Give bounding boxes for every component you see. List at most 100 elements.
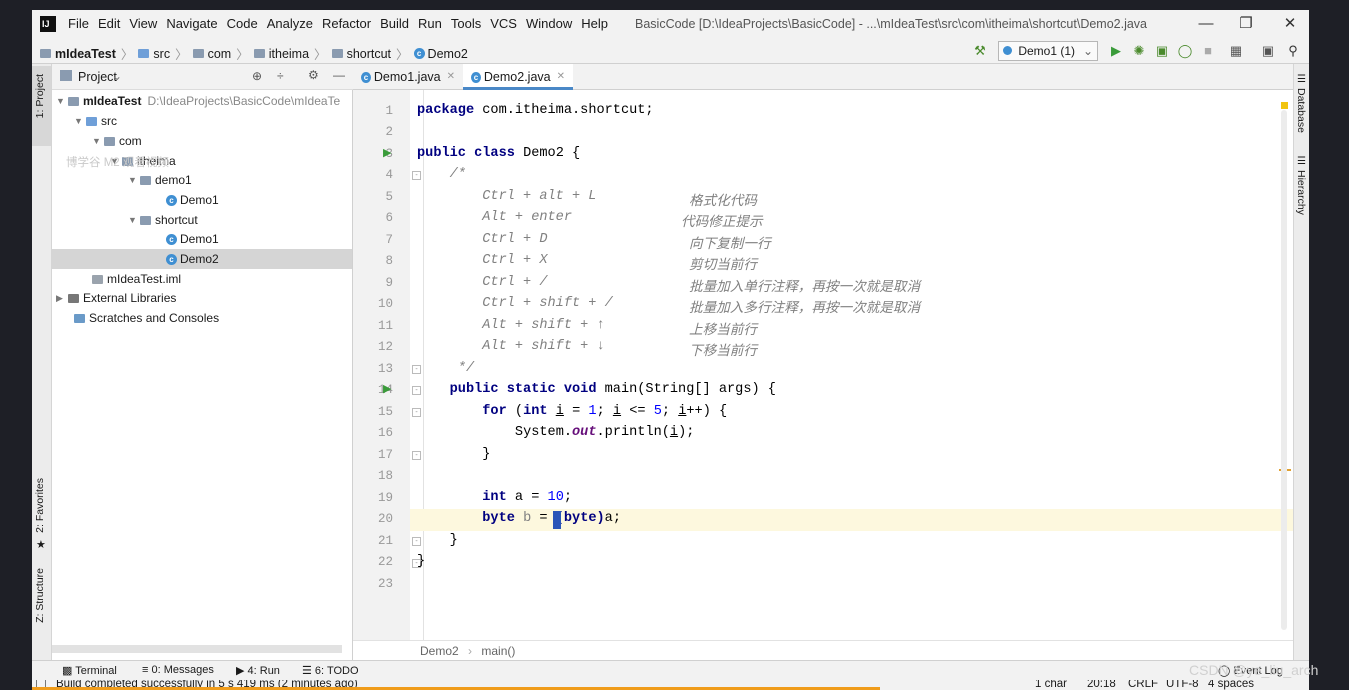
code-token: a = (506, 490, 548, 505)
code-token: 代码修正提示 (681, 216, 763, 231)
tab-demo1-java[interactable]: c Demo1.java ✕ (353, 64, 463, 90)
tree-path: D:\IdeaProjects\BasicCode\mIdeaTe (147, 94, 341, 108)
locate-icon[interactable]: ⊕ (252, 69, 262, 83)
tool-tab-database[interactable]: Database (1295, 88, 1307, 133)
status-encoding[interactable]: UTF-8 (1166, 680, 1199, 690)
code-token: 批量加入多行注释，再按一次就是取消 (689, 302, 921, 317)
hide-panel-icon[interactable]: — (333, 68, 345, 82)
menu-help[interactable]: Help (581, 16, 608, 31)
code-token: Ctrl + D (417, 232, 548, 247)
status-line-separator[interactable]: CRLF (1128, 680, 1158, 690)
tab-demo2-java[interactable]: c Demo2.java ✕ (463, 64, 573, 90)
code-token: public static void (449, 382, 597, 397)
tree-item-demo1-package[interactable]: ▼ demo1 (128, 170, 192, 190)
close-icon[interactable]: ✕ (1276, 14, 1304, 34)
breadcrumb-demo2[interactable]: Demo2 (428, 47, 468, 61)
status-indent[interactable]: 4 spaces (1208, 680, 1254, 690)
menu-analyze[interactable]: Analyze (267, 16, 313, 31)
code-line-4: /* (417, 167, 466, 182)
breadcrumb-src[interactable]: src (153, 47, 170, 61)
profile-icon[interactable]: ◯ (1177, 43, 1193, 59)
gear-icon[interactable]: ⚙ (308, 68, 319, 82)
tool-tab-todo[interactable]: ☰ 6: TODO (302, 664, 359, 677)
tree-item-src[interactable]: ▼ src (74, 111, 117, 131)
breadcrumb-shortcut[interactable]: shortcut (347, 47, 391, 61)
tree-item-iml[interactable]: mIdeaTest.iml (92, 269, 181, 289)
tool-tab-project[interactable]: 1: Project (34, 74, 46, 118)
run-icon: ▶ (236, 665, 248, 677)
restore-icon[interactable]: ❐ (1232, 14, 1260, 34)
code-token: = (563, 404, 589, 419)
tool-tab-favorites[interactable]: 2: Favorites (34, 478, 46, 533)
menu-tools[interactable]: Tools (451, 16, 481, 31)
tool-tab-hierarchy[interactable]: Hierarchy (1295, 170, 1307, 215)
vertical-scrollbar[interactable] (1281, 110, 1287, 630)
project-structure-icon[interactable]: ▦ (1228, 43, 1244, 59)
tree-item-shortcut[interactable]: ▼ shortcut (128, 210, 198, 230)
code-token: ++) { (686, 404, 728, 419)
terminal-window-icon[interactable]: ▣ (1260, 43, 1276, 59)
code-token: Ctrl + shift + / (417, 296, 613, 311)
tab-label: 4: Run (247, 665, 280, 677)
tool-tab-messages[interactable]: ≡ 0: Messages (142, 664, 214, 676)
minimize-icon[interactable]: — (1192, 14, 1220, 34)
source-folder-icon (138, 49, 150, 58)
breadcrumb-com[interactable]: com (208, 47, 232, 61)
tab-label: 6: TODO (314, 665, 359, 677)
search-icon[interactable]: ⚲ (1285, 43, 1301, 59)
tree-item-shortcut-demo2[interactable]: c Demo2 (166, 249, 219, 269)
stop-icon[interactable]: ■ (1200, 43, 1216, 59)
tree-item-com[interactable]: ▼ com (92, 131, 142, 151)
close-icon[interactable]: ✕ (447, 64, 455, 90)
menu-edit[interactable]: Edit (98, 16, 120, 31)
menu-view[interactable]: View (129, 16, 157, 31)
tool-tab-run[interactable]: ▶ 4: Run (236, 664, 280, 677)
menu-build[interactable]: Build (380, 16, 409, 31)
code-token: 格式化代码 (689, 195, 757, 210)
breadcrumb-class[interactable]: Demo2 (420, 644, 459, 658)
code-area[interactable]: package com.itheima.shortcut; public cla… (353, 90, 1278, 640)
code-token: Ctrl + / (417, 275, 548, 290)
breadcrumb-mideatest[interactable]: mIdeaTest (55, 47, 116, 61)
breadcrumb-itheima[interactable]: itheima (269, 47, 309, 61)
breadcrumb-method[interactable]: main() (481, 644, 515, 658)
menu-code[interactable]: Code (227, 16, 258, 31)
coverage-icon[interactable]: ▣ (1154, 43, 1170, 59)
tree-label: com (119, 134, 142, 148)
menu-vcs[interactable]: VCS (490, 16, 517, 31)
code-line-9: Ctrl + / 批量加入单行注释，再按一次就是取消 (417, 275, 920, 296)
tree-item-mideatest[interactable]: ▼ mIdeaTest D:\IdeaProjects\BasicCode\mI… (56, 91, 340, 111)
tree-item-scratches[interactable]: Scratches and Consoles (74, 308, 219, 328)
tree-label: mIdeaTest.iml (107, 272, 182, 286)
navigation-bar: mIdeaTest 〉 src 〉 com 〉 itheima 〉 shortcut 〉 … (32, 38, 1309, 64)
code-line-19: int a = 10; (417, 490, 572, 505)
code-token: Alt + shift + ↑ (417, 318, 605, 333)
tool-tab-terminal[interactable]: ▩ Terminal (62, 664, 117, 677)
status-caret-position[interactable]: 20:18 (1087, 680, 1116, 690)
code-token: ; (563, 490, 573, 505)
collapse-all-icon[interactable]: ÷ (277, 69, 284, 83)
run-config-select[interactable]: Demo1 (1) ⌄ (998, 41, 1098, 61)
horizontal-scrollbar[interactable] (52, 645, 342, 653)
code-line-14: public static void main(String[] args) { (417, 382, 776, 397)
code-token: byte (482, 511, 515, 526)
menu-refactor[interactable]: Refactor (322, 16, 371, 31)
tool-tab-structure[interactable]: Z: Structure (34, 568, 46, 623)
menu-run[interactable]: Run (418, 16, 442, 31)
code-token: b (514, 511, 532, 526)
code-token: Alt + shift + ↓ (417, 339, 605, 354)
menu-window[interactable]: Window (526, 16, 572, 31)
tree-item-demo1-class[interactable]: c Demo1 (166, 190, 219, 210)
menu-navigate[interactable]: Navigate (166, 16, 217, 31)
chevron-down-icon[interactable]: ⌄ (112, 69, 122, 83)
build-hammer-icon[interactable]: ⚒ (972, 43, 988, 59)
run-icon[interactable]: ▶ (1108, 43, 1124, 59)
tree-label: mIdeaTest (83, 94, 142, 108)
tree-item-external-libraries[interactable]: ▶ External Libraries (56, 288, 176, 308)
menu-file[interactable]: File (68, 16, 89, 31)
debug-icon[interactable]: ✺ (1131, 43, 1147, 59)
tree-item-shortcut-demo1[interactable]: c Demo1 (166, 229, 219, 249)
code-token: ; (661, 404, 679, 419)
warning-marker[interactable] (1281, 102, 1288, 109)
